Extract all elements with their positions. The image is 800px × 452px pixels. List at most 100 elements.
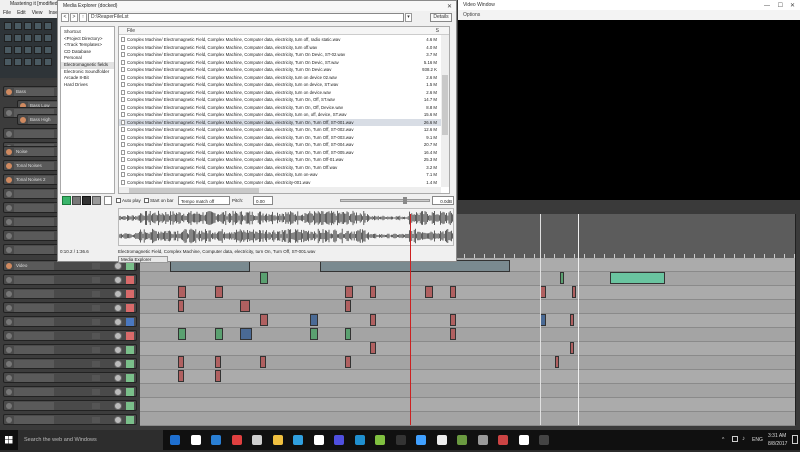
track-color-icon[interactable] bbox=[6, 205, 12, 211]
media-item[interactable] bbox=[450, 328, 456, 340]
track-color-icon[interactable] bbox=[6, 177, 12, 183]
vertical-scrollbar[interactable] bbox=[441, 35, 449, 187]
track-name[interactable] bbox=[14, 276, 54, 284]
shortcut-item[interactable]: Shortcut bbox=[61, 29, 114, 36]
media-icon[interactable] bbox=[334, 435, 344, 445]
toolbar-button[interactable] bbox=[4, 46, 12, 54]
media-item[interactable] bbox=[370, 286, 376, 298]
options-button[interactable]: Details bbox=[430, 13, 452, 22]
shortcut-item[interactable]: CD Database bbox=[61, 49, 114, 56]
app-icon[interactable] bbox=[498, 435, 508, 445]
track-color-icon[interactable] bbox=[6, 277, 12, 283]
track-color-icon[interactable] bbox=[6, 347, 12, 353]
pitch-input[interactable]: 0.00 bbox=[253, 196, 273, 205]
media-item[interactable] bbox=[370, 314, 376, 326]
task-view-icon[interactable] bbox=[170, 435, 180, 445]
shortcut-item[interactable]: Electromagnetic fields bbox=[61, 61, 114, 69]
shortcut-item[interactable]: Personal bbox=[61, 55, 114, 62]
file-row[interactable]: Complex Machine/ Electromagnetic Field, … bbox=[119, 59, 441, 66]
track-color-icon[interactable] bbox=[6, 149, 12, 155]
app-icon[interactable] bbox=[477, 435, 488, 445]
slider-handle[interactable] bbox=[403, 197, 407, 204]
track-color-icon[interactable] bbox=[6, 375, 12, 381]
shortcut-item[interactable]: <Project Directory> bbox=[61, 36, 114, 43]
volume-knob-icon[interactable] bbox=[114, 318, 122, 326]
track-color-icon[interactable] bbox=[6, 361, 12, 367]
media-item[interactable] bbox=[570, 314, 574, 326]
track-lane[interactable] bbox=[140, 286, 795, 300]
track-lane[interactable] bbox=[140, 370, 795, 384]
volume-knob-icon[interactable] bbox=[114, 276, 122, 284]
media-item[interactable] bbox=[240, 300, 250, 312]
toolbar-button[interactable] bbox=[34, 58, 42, 66]
tempo-select[interactable]: Tempo match off bbox=[178, 196, 230, 205]
file-row[interactable]: Complex Machine/ Electromagnetic Field, … bbox=[119, 141, 441, 148]
track-lane[interactable] bbox=[140, 412, 795, 426]
taskbar-search[interactable]: Search the web and Windows bbox=[18, 430, 163, 450]
app-icon[interactable] bbox=[416, 435, 426, 445]
volume-slider[interactable] bbox=[340, 199, 430, 202]
clock-time[interactable]: 3:31 AM bbox=[768, 433, 786, 439]
media-item[interactable] bbox=[345, 286, 353, 298]
track-header[interactable] bbox=[3, 414, 137, 425]
chevron-down-icon[interactable]: ▾ bbox=[405, 13, 412, 22]
volume-knob[interactable] bbox=[104, 196, 112, 205]
track-color-icon[interactable] bbox=[6, 191, 12, 197]
word-icon[interactable] bbox=[354, 435, 365, 445]
chrome-icon[interactable] bbox=[252, 435, 262, 445]
media-item[interactable] bbox=[240, 328, 252, 340]
media-item[interactable] bbox=[370, 342, 376, 354]
toolbar-button[interactable] bbox=[44, 22, 52, 30]
track-name[interactable] bbox=[14, 246, 54, 254]
media-item[interactable] bbox=[178, 370, 184, 382]
edge-icon[interactable] bbox=[190, 435, 201, 445]
track-name[interactable] bbox=[14, 232, 54, 240]
track-lane[interactable] bbox=[140, 342, 795, 356]
media-item[interactable] bbox=[310, 314, 318, 326]
mute-button[interactable] bbox=[92, 305, 100, 311]
track-header[interactable] bbox=[3, 302, 137, 313]
media-item[interactable] bbox=[215, 286, 223, 298]
volume-knob-icon[interactable] bbox=[114, 290, 122, 298]
volume-knob-icon[interactable] bbox=[114, 416, 122, 424]
marker-line[interactable] bbox=[578, 214, 579, 425]
media-item[interactable] bbox=[570, 342, 574, 354]
autoplay-checkbox[interactable]: Auto play bbox=[116, 196, 141, 205]
loop-button[interactable] bbox=[92, 196, 101, 205]
media-item[interactable] bbox=[450, 286, 456, 298]
toolbar-button[interactable] bbox=[34, 22, 42, 30]
volume-icon[interactable]: ♪ bbox=[742, 436, 745, 442]
mute-button[interactable] bbox=[92, 389, 100, 395]
media-item[interactable] bbox=[345, 328, 351, 340]
toolbar-button[interactable] bbox=[44, 46, 52, 54]
scrollbar-thumb[interactable] bbox=[442, 75, 448, 135]
track-lane[interactable] bbox=[140, 314, 795, 328]
horizontal-scrollbar[interactable] bbox=[119, 187, 441, 193]
marker-line[interactable] bbox=[795, 214, 796, 425]
track-header[interactable] bbox=[3, 330, 137, 341]
track-lane[interactable] bbox=[140, 300, 795, 314]
mute-button[interactable] bbox=[92, 403, 100, 409]
track-name[interactable] bbox=[14, 346, 54, 354]
track-name[interactable]: Bass bbox=[14, 88, 54, 96]
track-header[interactable] bbox=[3, 344, 137, 355]
shortcut-item[interactable]: Arcade 8-Bit bbox=[61, 75, 114, 82]
file-row[interactable]: Complex Machine/ Electromagnetic Field, … bbox=[119, 89, 441, 96]
track-color-icon[interactable] bbox=[6, 163, 12, 169]
track-name[interactable] bbox=[14, 190, 54, 198]
media-item[interactable] bbox=[178, 300, 184, 312]
track-name[interactable] bbox=[14, 130, 54, 138]
track-name[interactable] bbox=[14, 360, 54, 368]
scrollbar-thumb[interactable] bbox=[129, 188, 259, 193]
toolbar-button[interactable] bbox=[4, 34, 12, 42]
media-item[interactable] bbox=[572, 286, 576, 298]
track-color-icon[interactable] bbox=[6, 110, 12, 116]
media-item[interactable] bbox=[560, 272, 564, 284]
mute-button[interactable] bbox=[92, 333, 100, 339]
track-name[interactable]: Video bbox=[14, 262, 54, 270]
toolbar-button[interactable] bbox=[24, 58, 32, 66]
path-input[interactable]: D:\ReaperFileLst bbox=[88, 13, 404, 22]
track-name[interactable] bbox=[14, 416, 54, 424]
toolbar-button[interactable] bbox=[14, 34, 22, 42]
file-row[interactable]: Complex Machine/ Electromagnetic Field, … bbox=[119, 44, 441, 51]
